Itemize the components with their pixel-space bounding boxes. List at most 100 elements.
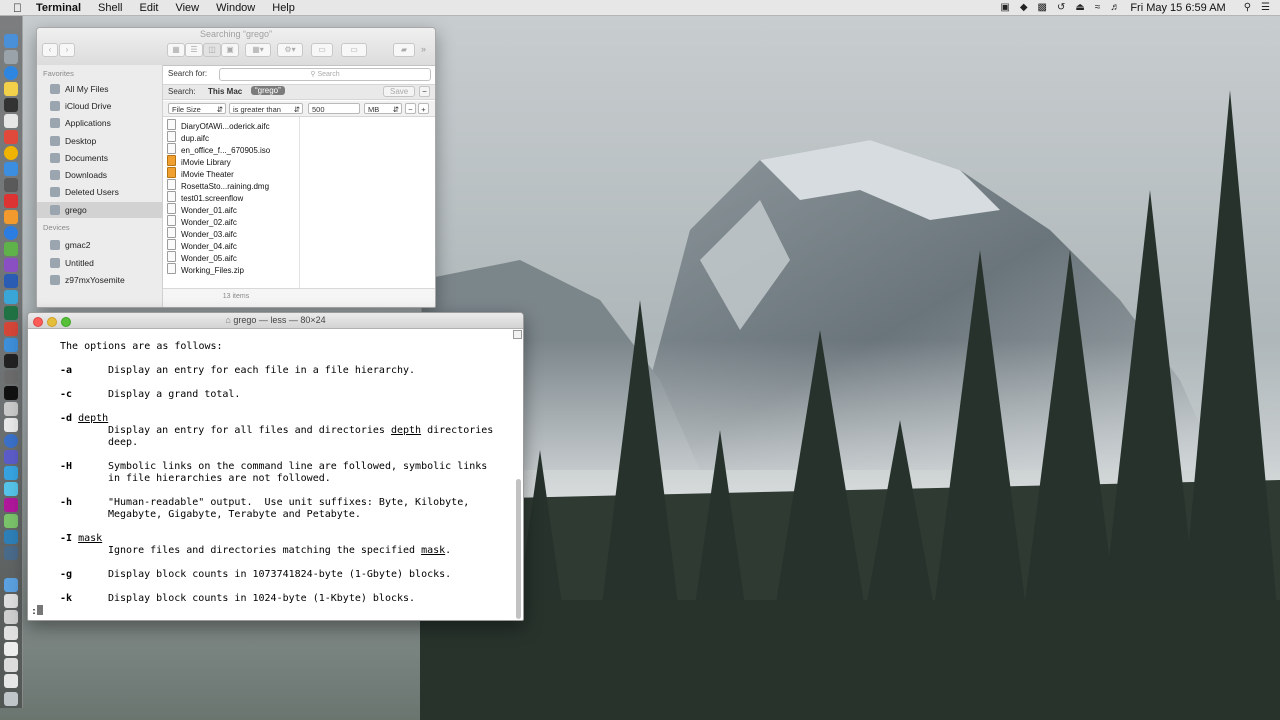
notes-dock-icon[interactable] xyxy=(4,82,18,96)
sidebar-item-untitled[interactable]: Untitled xyxy=(37,255,162,271)
stack-dock-icon-6[interactable] xyxy=(4,658,18,672)
spotlight-icon[interactable]: ⚲ xyxy=(1244,2,1251,13)
app-dock-icon-27[interactable] xyxy=(4,450,18,464)
result-item[interactable]: Wonder_02.aifc xyxy=(167,215,237,227)
stack-dock-icon-7[interactable] xyxy=(4,674,18,688)
app-dock-icon-19[interactable] xyxy=(4,322,18,336)
finder-dock-icon[interactable] xyxy=(4,34,18,48)
finder-titlebar[interactable]: Searching “grego” ‹ › ▦ ☰ ◫ ▣ ▦▾ ⚙▾ ▭ ▭ … xyxy=(37,28,435,66)
sidebar-item-desktop[interactable]: Desktop xyxy=(37,133,162,149)
view-icons-button[interactable]: ▦ xyxy=(167,43,185,57)
terminal-dock-icon[interactable] xyxy=(4,386,18,400)
app-dock-icon-28[interactable] xyxy=(4,466,18,480)
notification-center-icon[interactable]: ☰ xyxy=(1261,2,1270,13)
apple-menu-icon[interactable]:  xyxy=(13,1,27,15)
result-item[interactable]: test01.screenflow xyxy=(167,191,243,203)
minimize-button[interactable] xyxy=(47,317,57,327)
app-dock-icon-6[interactable] xyxy=(4,114,18,128)
action-gear-button[interactable]: ⚙▾ xyxy=(277,43,303,57)
app-dock-icon-12[interactable] xyxy=(4,210,18,224)
path-button[interactable]: ▰ xyxy=(393,43,415,57)
word-dock-icon[interactable] xyxy=(4,274,18,288)
screen-record-icon[interactable]: ▣ xyxy=(1000,2,1009,13)
result-item[interactable]: Wonder_03.aifc xyxy=(167,227,237,239)
terminal-content[interactable]: The options are as follows: -a Display a… xyxy=(28,329,516,620)
forward-button[interactable]: › xyxy=(59,43,75,57)
sidebar-item-deleted-users[interactable]: Deleted Users xyxy=(37,184,162,200)
remove-criteria-button[interactable]: − xyxy=(405,103,416,114)
result-item[interactable]: en_office_f..._670905.iso xyxy=(167,143,270,155)
tags-button[interactable]: ▭ xyxy=(341,43,367,57)
result-item[interactable]: Wonder_01.aifc xyxy=(167,203,237,215)
trash-dock-icon[interactable] xyxy=(4,692,18,706)
back-button[interactable]: ‹ xyxy=(42,43,58,57)
app-dock-icon-26[interactable] xyxy=(4,434,18,448)
app-dock-icon-33[interactable] xyxy=(4,546,18,560)
volume-icon[interactable]: ♬ xyxy=(1110,2,1120,13)
menu-app-terminal[interactable]: Terminal xyxy=(36,2,81,14)
result-item[interactable]: RosettaSto...raining.dmg xyxy=(167,179,269,191)
criteria-operator-select[interactable]: is greater than ⇵ xyxy=(229,103,303,114)
scrollbar-thumb[interactable] xyxy=(516,479,521,619)
app-dock-icon-25[interactable] xyxy=(4,418,18,432)
view-coverflow-button[interactable]: ▣ xyxy=(221,43,239,57)
zoom-button[interactable] xyxy=(61,317,71,327)
sidebar-item-z97mxyosemite[interactable]: z97mxYosemite xyxy=(37,272,162,288)
view-list-button[interactable]: ☰ xyxy=(185,43,203,57)
menu-clock[interactable]: Fri May 15 6:59 AM xyxy=(1130,2,1225,14)
eject-icon[interactable]: ⏏ xyxy=(1075,2,1084,13)
sidebar-item-documents[interactable]: Documents xyxy=(37,150,162,166)
menu-edit[interactable]: Edit xyxy=(140,2,159,14)
arrange-button[interactable]: ▦▾ xyxy=(245,43,271,57)
less-prompt[interactable]: : xyxy=(31,605,44,618)
criteria-attribute-select[interactable]: File Size ⇵ xyxy=(168,103,226,114)
wifi-icon[interactable]: ≈ xyxy=(1095,2,1101,13)
time-machine-icon[interactable]: ↺ xyxy=(1057,2,1065,13)
sidebar-item-gmac2[interactable]: gmac2 xyxy=(37,237,162,253)
stack-dock-icon-3[interactable] xyxy=(4,610,18,624)
menu-help[interactable]: Help xyxy=(272,2,295,14)
app-dock-icon-32[interactable] xyxy=(4,530,18,544)
result-item[interactable]: iMovie Theater xyxy=(167,167,234,179)
terminal-titlebar[interactable]: ⌂ grego — less — 80×24 xyxy=(28,313,523,329)
sidebar-item-applications[interactable]: Applications xyxy=(37,115,162,131)
documents-stack-icon[interactable] xyxy=(4,594,18,608)
result-item[interactable]: iMovie Library xyxy=(167,155,231,167)
remove-scope-button[interactable]: − xyxy=(419,86,430,97)
scrollbar-up-arrow[interactable] xyxy=(513,330,522,339)
app-dock-icon-10[interactable] xyxy=(4,178,18,192)
stack-dock-icon-4[interactable] xyxy=(4,626,18,640)
app-dock-icon-22[interactable] xyxy=(4,370,18,384)
sidebar-item-downloads[interactable]: Downloads xyxy=(37,167,162,183)
app-dock-icon-24[interactable] xyxy=(4,402,18,416)
result-item[interactable]: Wonder_04.aifc xyxy=(167,239,237,251)
sidebar-item-icloud-drive[interactable]: iCloud Drive xyxy=(37,98,162,114)
result-item[interactable]: dup.aifc xyxy=(167,131,209,143)
app-dock-icon-5[interactable] xyxy=(4,98,18,112)
downloads-stack-icon[interactable] xyxy=(4,578,18,592)
add-criteria-button[interactable]: + xyxy=(418,103,429,114)
display-icon[interactable]: ▩ xyxy=(1038,2,1047,13)
share-button[interactable]: ▭ xyxy=(311,43,333,57)
scope-this-mac[interactable]: This Mac xyxy=(208,87,242,96)
toolbar-overflow-icon[interactable]: » xyxy=(421,44,426,54)
result-item[interactable]: Wonder_05.aifc xyxy=(167,251,237,263)
menu-window[interactable]: Window xyxy=(216,2,255,14)
stack-dock-icon-5[interactable] xyxy=(4,642,18,656)
menu-shell[interactable]: Shell xyxy=(98,2,122,14)
app-dock-icon-9[interactable] xyxy=(4,162,18,176)
app-dock-icon-21[interactable] xyxy=(4,354,18,368)
shield-icon[interactable]: ◆ xyxy=(1020,2,1028,13)
chrome-dock-icon[interactable] xyxy=(4,146,18,160)
search-input[interactable]: ⚲ Search xyxy=(219,68,431,81)
result-item[interactable]: Working_Files.zip xyxy=(167,263,244,275)
view-columns-button[interactable]: ◫ xyxy=(203,43,221,57)
app-dock-icon-29[interactable] xyxy=(4,482,18,496)
app-dock-icon-15[interactable] xyxy=(4,258,18,272)
app-dock-icon-31[interactable] xyxy=(4,514,18,528)
safari-dock-icon[interactable] xyxy=(4,66,18,80)
launchpad-dock-icon[interactable] xyxy=(4,50,18,64)
criteria-value-input[interactable]: 500 xyxy=(308,103,360,114)
app-dock-icon-30[interactable] xyxy=(4,498,18,512)
app-dock-icon-14[interactable] xyxy=(4,242,18,256)
